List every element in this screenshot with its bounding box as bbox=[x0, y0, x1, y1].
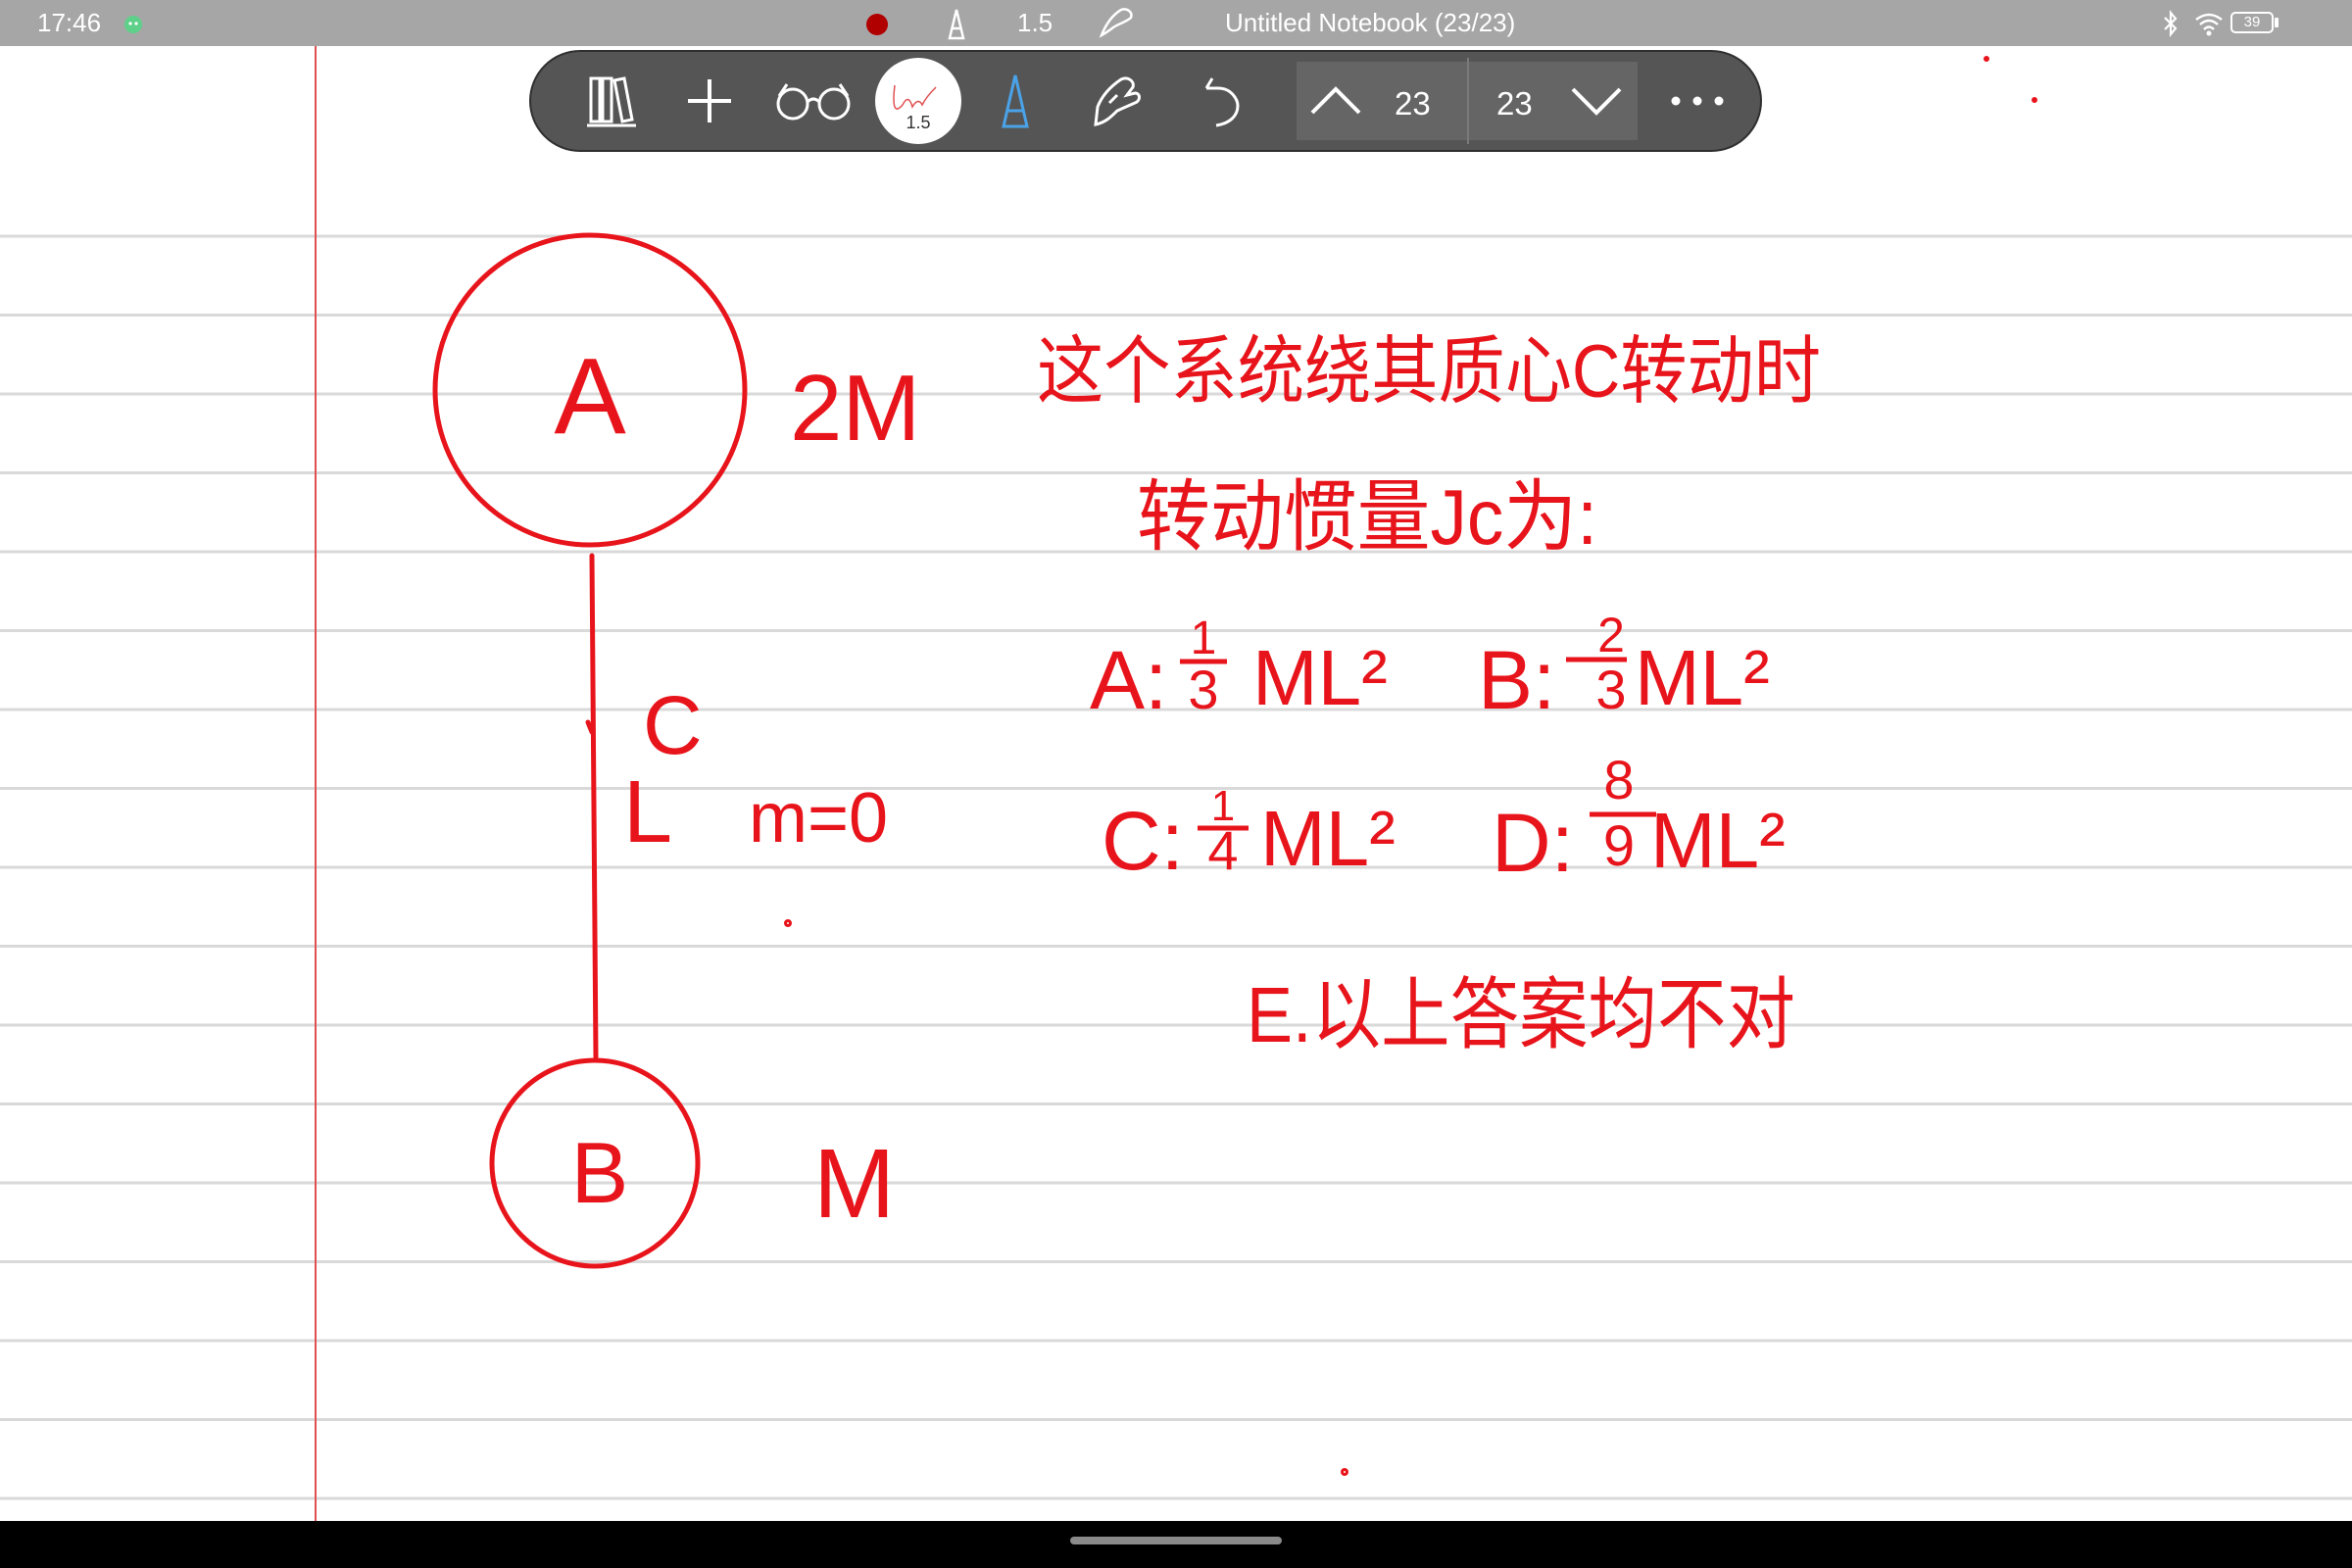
reading-mode-button[interactable] bbox=[766, 52, 860, 150]
wifi-icon bbox=[2195, 13, 2223, 36]
recording-dot-icon bbox=[866, 14, 888, 35]
notebook-title: Untitled Notebook (23/23) bbox=[1225, 8, 1516, 37]
label-L: L bbox=[623, 763, 672, 861]
undo-icon bbox=[1204, 77, 1240, 127]
stray-dot bbox=[1341, 1468, 1348, 1476]
chevron-up-icon bbox=[1310, 86, 1361, 115]
library-button[interactable] bbox=[570, 52, 653, 150]
bluetooth-icon bbox=[2164, 10, 2178, 37]
option-A-label: A: bbox=[1090, 634, 1167, 726]
more-button[interactable] bbox=[1658, 52, 1737, 150]
question-line-1: 这个系统绕其质心C转动时 bbox=[1037, 330, 1821, 414]
hand-tool-button[interactable] bbox=[1076, 52, 1158, 150]
battery-icon: 39 bbox=[2230, 12, 2274, 33]
option-D-label: D: bbox=[1492, 797, 1574, 889]
mass-A: 2M bbox=[790, 356, 920, 461]
floating-toolbar: 1.5 23 23 bbox=[529, 50, 1762, 152]
option-D-numerator: 8 bbox=[1603, 749, 1634, 810]
ink-dots bbox=[1984, 56, 2037, 103]
reading-mode-icon bbox=[776, 83, 851, 121]
home-indicator[interactable] bbox=[1070, 1537, 1282, 1544]
hand-status-icon bbox=[1099, 8, 1133, 38]
pen-preset-button[interactable]: 1.5 bbox=[875, 58, 961, 144]
option-D-denominator: 9 bbox=[1603, 814, 1635, 878]
total-page-number: 23 bbox=[1496, 85, 1533, 122]
option-A-denominator: 3 bbox=[1188, 659, 1218, 720]
rod-mass: m=0 bbox=[749, 779, 888, 858]
option-A-numerator: 1 bbox=[1191, 612, 1217, 664]
chevron-down-icon bbox=[1571, 87, 1622, 116]
mass-B: M bbox=[813, 1129, 895, 1239]
previous-page-button[interactable]: 23 bbox=[1297, 62, 1467, 140]
option-E: E.以上答案均不对 bbox=[1247, 971, 1795, 1058]
option-A-term: ML² bbox=[1252, 634, 1388, 721]
option-B-label: B: bbox=[1478, 634, 1555, 726]
option-B-term: ML² bbox=[1635, 634, 1770, 721]
option-C-term: ML² bbox=[1260, 795, 1396, 882]
battery-level: 39 bbox=[2243, 14, 2261, 30]
question-line-2: 转动惯量Jc为: bbox=[1137, 473, 1597, 561]
status-time: 17:46 bbox=[37, 8, 102, 37]
status-bar: 17:46 1.5 Untitled Notebook (23/23) 39 bbox=[0, 0, 2352, 46]
battery-tip bbox=[2275, 18, 2278, 27]
option-D-term: ML² bbox=[1650, 797, 1786, 884]
handwriting-canvas[interactable]: A 2M C L m=0 B M 这个系统绕其质心C转动时 转动惯量Jc为: A… bbox=[0, 46, 2352, 1521]
status-pen-size: 1.5 bbox=[1017, 8, 1054, 37]
add-page-button[interactable] bbox=[668, 52, 751, 150]
pencil-tool-icon bbox=[1002, 74, 1029, 128]
android-icon bbox=[124, 16, 142, 33]
next-page-button[interactable]: 23 bbox=[1469, 62, 1638, 140]
current-page-number: 23 bbox=[1395, 85, 1431, 122]
label-A: A bbox=[554, 336, 626, 457]
option-B-numerator: 2 bbox=[1597, 608, 1625, 662]
library-icon bbox=[587, 76, 636, 127]
undo-button[interactable] bbox=[1178, 52, 1260, 150]
label-B: B bbox=[571, 1124, 629, 1221]
notebook-page[interactable]: A 2M C L m=0 B M 这个系统绕其质心C转动时 转动惯量Jc为: A… bbox=[0, 46, 2352, 1521]
add-icon bbox=[688, 79, 731, 122]
navigation-bar bbox=[0, 1521, 2352, 1568]
option-B-denominator: 3 bbox=[1595, 659, 1626, 720]
pencil-status-icon bbox=[948, 9, 965, 40]
hand-tool-icon bbox=[1094, 76, 1141, 126]
label-C: C bbox=[643, 679, 703, 771]
stray-dot bbox=[784, 919, 792, 927]
pencil-tool-button[interactable] bbox=[974, 52, 1056, 150]
more-icon bbox=[1671, 96, 1724, 106]
option-C-label: C: bbox=[1102, 795, 1184, 887]
pen-preset-size: 1.5 bbox=[906, 113, 931, 132]
rod-line bbox=[589, 553, 599, 1060]
